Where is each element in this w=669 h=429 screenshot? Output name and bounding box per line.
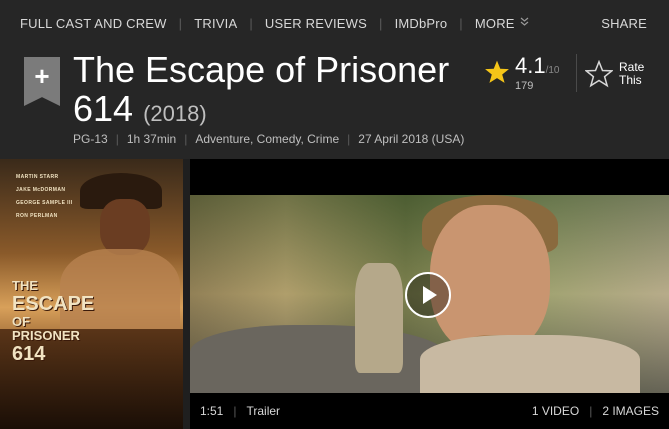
video-player[interactable]: 1:51 | Trailer 1 VIDEO | 2 IMAGES [190, 159, 669, 429]
poster-credits: MARTIN STARR JAKE McDORMAN GEORGE SAMPLE… [16, 171, 73, 223]
content-rating: PG-13 [73, 132, 108, 146]
rating-value: 4.1 [515, 53, 546, 78]
runtime: 1h 37min [126, 132, 177, 146]
divider [576, 54, 577, 92]
rate-label-line2: This [619, 73, 642, 87]
poster-credit: JAKE McDORMAN [16, 187, 66, 193]
top-nav: FULL CAST AND CREW | TRIVIA | USER REVIE… [0, 0, 669, 46]
nav-separator: | [249, 15, 253, 31]
share-button[interactable]: SHARE [601, 16, 647, 31]
nav-user-reviews[interactable]: USER REVIEWS [265, 16, 367, 31]
add-to-watchlist-button[interactable]: + [24, 57, 60, 106]
rate-this-button[interactable]: Rate This [585, 56, 655, 92]
star-outline-icon [585, 60, 613, 88]
genres-link[interactable]: Adventure, Comedy, Crime [195, 132, 339, 146]
page-title: The Escape of Prisoner 614 (2018) [73, 50, 473, 133]
rating-max: /10 [545, 65, 560, 76]
poster-credit: GEORGE SAMPLE III [16, 200, 73, 206]
nav-imdbpro[interactable]: IMDbPro [395, 16, 448, 31]
videos-link[interactable]: 1 VIDEO [532, 404, 579, 418]
chevron-down-icon [520, 17, 529, 29]
movie-title: The Escape of Prisoner 614 [73, 49, 450, 129]
video-thumbnail[interactable] [190, 195, 669, 393]
imdb-rating[interactable]: 4.1/10 179 [484, 54, 576, 102]
nav-trivia[interactable]: TRIVIA [194, 16, 237, 31]
video-info-bar: 1:51 | Trailer 1 VIDEO | 2 IMAGES [200, 404, 659, 418]
nav-more-label: MORE [474, 15, 515, 31]
star-icon [485, 60, 509, 83]
nav-full-cast-crew[interactable]: FULL CAST AND CREW [20, 16, 167, 31]
rating-count: 179 [515, 80, 534, 92]
title-meta: PG-13 | 1h 37min | Adventure, Comedy, Crime |… [73, 132, 465, 146]
poster-face-shape [100, 199, 150, 255]
title-overview: + The Escape of Prisoner 614 (2018) PG-1… [0, 46, 669, 159]
play-button[interactable] [405, 272, 451, 318]
poster-credit: MARTIN STARR [16, 174, 59, 180]
media-strip: MARTIN STARR JAKE McDORMAN GEORGE SAMPLE… [0, 159, 669, 429]
nav-more[interactable]: MORE [475, 16, 529, 31]
poster-title: THE ESCAPE OF PRISONER 614 [12, 278, 95, 366]
nav-separator: | [459, 15, 463, 31]
nav-separator: | [178, 15, 183, 31]
release-date-link[interactable]: 27 April 2018 (USA) [358, 132, 464, 146]
nav-separator: | [379, 15, 383, 31]
plus-icon: + [34, 61, 50, 91]
poster-image[interactable]: MARTIN STARR JAKE McDORMAN GEORGE SAMPLE… [0, 159, 183, 429]
play-icon [423, 286, 437, 304]
images-link[interactable]: 2 IMAGES [602, 404, 659, 418]
poster-credit: RON PERLMAN [16, 213, 58, 219]
video-duration: 1:51 [200, 404, 224, 418]
movie-year[interactable]: (2018) [143, 101, 207, 126]
video-type: Trailer [246, 404, 281, 418]
